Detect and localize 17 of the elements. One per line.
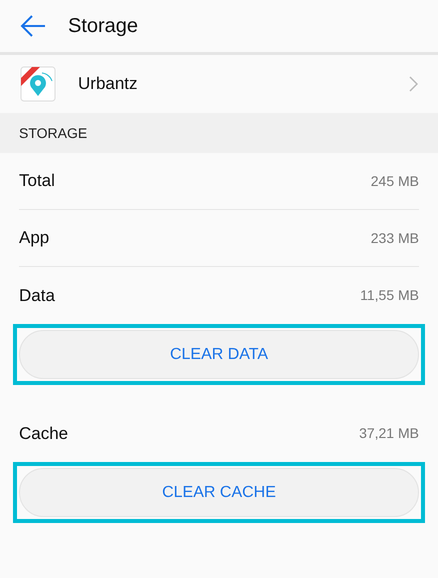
app-row[interactable]: Urbantz: [0, 55, 438, 113]
storage-label: Cache: [19, 422, 68, 445]
app-logo-icon: [20, 66, 56, 102]
storage-label: Total: [19, 170, 55, 192]
clear-button[interactable]: CLEAR CACHE: [19, 468, 419, 517]
storage-label: Data: [19, 284, 55, 307]
storage-value: 245 MB: [370, 172, 419, 190]
page-title: Storage: [68, 14, 138, 39]
back-icon[interactable]: [20, 15, 46, 37]
storage-label: App: [19, 227, 50, 250]
storage-value: 11,55 MB: [360, 286, 419, 305]
section-title: STORAGE: [19, 124, 88, 142]
chevron-right-icon: [408, 76, 418, 92]
app-name: Urbantz: [78, 73, 138, 96]
clear-button[interactable]: CLEAR DATA: [19, 330, 419, 379]
storage-value: 233 MB: [370, 228, 419, 248]
storage-value: 37,21 MB: [359, 424, 419, 443]
